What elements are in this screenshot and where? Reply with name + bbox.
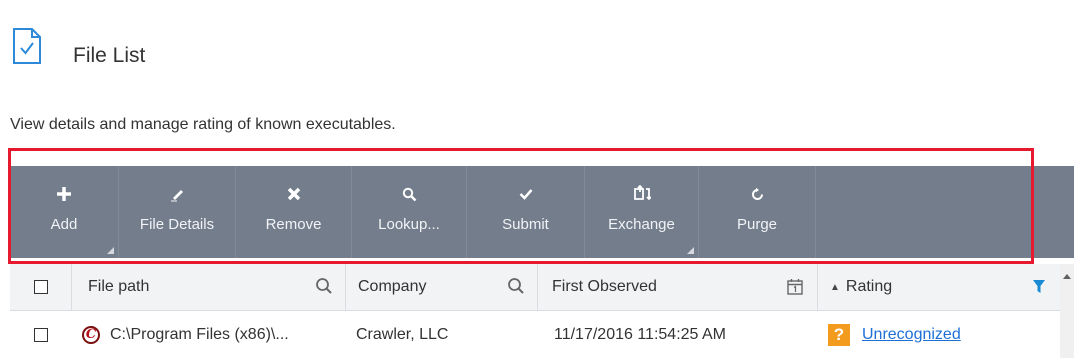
- filter-icon[interactable]: [1032, 279, 1046, 294]
- column-file-path[interactable]: File path: [72, 264, 346, 310]
- search-icon[interactable]: [507, 277, 525, 295]
- application-icon: C: [82, 325, 100, 344]
- calendar-icon[interactable]: [787, 278, 803, 295]
- column-company-label: Company: [358, 278, 427, 295]
- page-description: View details and manage rating of known …: [10, 116, 396, 133]
- check-icon: [519, 184, 533, 204]
- plus-icon: [56, 184, 72, 204]
- rating-cell: ? Unrecognized: [828, 311, 1058, 358]
- first-observed-value: 11/17/2016 11:54:25 AM: [554, 325, 726, 343]
- purge-button-label: Purge: [736, 216, 778, 233]
- column-file-path-label: File path: [88, 278, 150, 295]
- vertical-scrollbar[interactable]: [1060, 264, 1074, 358]
- table-header: File path Company First Observed ▲ Ratin…: [10, 264, 1060, 311]
- add-button[interactable]: Add: [10, 166, 118, 258]
- dropdown-indicator: [687, 247, 694, 254]
- remove-button[interactable]: Remove: [236, 166, 351, 258]
- search-icon: [402, 184, 417, 204]
- add-button-label: Add: [50, 216, 78, 233]
- scroll-up-arrow-icon[interactable]: [1063, 274, 1071, 279]
- select-all-cell: [10, 264, 72, 310]
- exchange-button-label: Exchange: [608, 216, 675, 233]
- select-all-checkbox[interactable]: [33, 280, 48, 294]
- table-row[interactable]: C C:\Program Files (x86)\... Crawler, LL…: [10, 311, 1060, 358]
- file-details-button-label: File Details: [139, 216, 215, 233]
- x-icon: [287, 184, 301, 204]
- column-rating-label: Rating: [845, 278, 893, 295]
- page-title: File List: [73, 44, 146, 67]
- sort-ascending-icon: ▲: [830, 281, 840, 293]
- first-observed-cell: 11/17/2016 11:54:25 AM: [554, 311, 816, 358]
- file-details-button[interactable]: File Details: [119, 166, 235, 258]
- lookup-button-label: Lookup...: [378, 216, 440, 233]
- exchange-icon: [633, 184, 651, 204]
- exchange-button[interactable]: Exchange: [585, 166, 698, 258]
- row-checkbox[interactable]: [34, 327, 48, 342]
- row-select-cell: [10, 311, 72, 358]
- company-cell: Crawler, LLC: [356, 311, 536, 358]
- column-rating[interactable]: ▲ Rating: [818, 264, 1060, 310]
- toolbar: Add File Details Remove Lookup... Submit: [10, 166, 1074, 258]
- submit-button-label: Submit: [502, 216, 549, 233]
- submit-button[interactable]: Submit: [467, 166, 584, 258]
- file-path-value: C:\Program Files (x86)\...: [110, 325, 289, 343]
- rating-link[interactable]: Unrecognized: [862, 326, 961, 344]
- column-first-observed[interactable]: First Observed: [538, 264, 818, 310]
- file-path-cell: C C:\Program Files (x86)\...: [82, 311, 344, 358]
- company-value: Crawler, LLC: [356, 325, 449, 343]
- dropdown-indicator: [107, 247, 114, 254]
- column-first-observed-label: First Observed: [552, 278, 657, 295]
- column-company[interactable]: Company: [346, 264, 538, 310]
- file-check-icon: [13, 28, 41, 64]
- unrecognized-badge-icon: ?: [828, 323, 850, 346]
- refresh-icon: [750, 184, 765, 204]
- remove-button-label: Remove: [265, 216, 322, 233]
- lookup-button[interactable]: Lookup...: [352, 166, 466, 258]
- toolbar-divider: [815, 166, 816, 258]
- pencil-icon: [169, 184, 185, 204]
- purge-button[interactable]: Purge: [699, 166, 815, 258]
- search-icon[interactable]: [315, 277, 333, 295]
